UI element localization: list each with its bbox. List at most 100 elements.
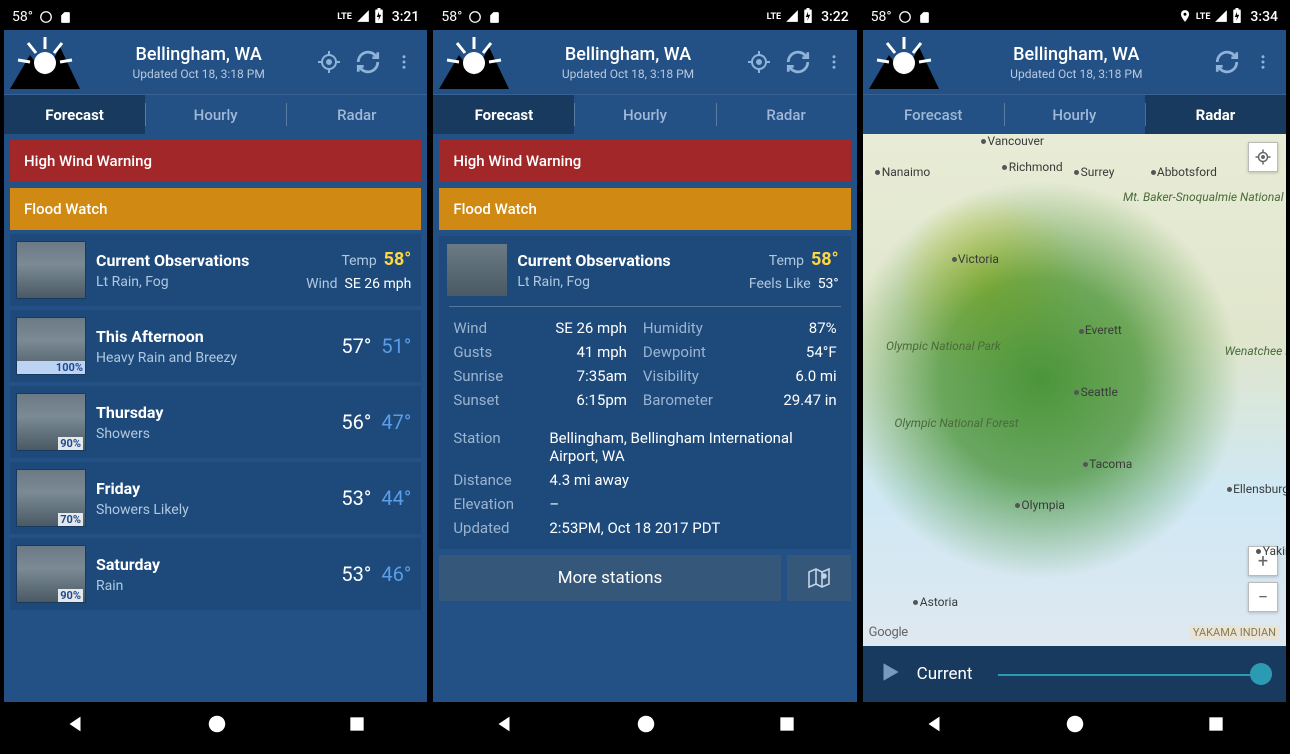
map-city-label: Everett <box>1085 323 1122 337</box>
overflow-menu-icon[interactable] <box>1254 51 1272 73</box>
station-updated-label: Updated <box>453 519 535 537</box>
tab-forecast[interactable]: Forecast <box>863 95 1004 134</box>
status-time: 3:21 <box>392 9 420 25</box>
overflow-menu-icon[interactable] <box>395 51 413 73</box>
map-city-label: Olympia <box>1021 498 1065 512</box>
station-label: Station <box>453 429 535 465</box>
lte-icon: LTE <box>337 12 352 22</box>
map-city-label: Nanaimo <box>882 165 931 179</box>
signal-icon <box>356 9 370 26</box>
current-observations-row[interactable]: Current Observations Lt Rain, Fog Temp 5… <box>10 234 421 306</box>
forecast-title: Thursday <box>96 403 331 422</box>
updated-subtitle: Updated Oct 18, 3:18 PM <box>943 67 1210 81</box>
recents-icon[interactable] <box>1206 714 1226 738</box>
play-icon[interactable] <box>877 659 903 689</box>
refresh-icon[interactable] <box>785 49 811 75</box>
snooze-icon <box>39 10 53 24</box>
yakama-label: YAKAMA INDIAN <box>1189 625 1280 640</box>
lte-icon: LTE <box>767 12 782 22</box>
obs-gusts-label: Gusts <box>453 343 503 361</box>
phone-forecast: 58° LTE 3:21 Bellingham, WA Updated Oct … <box>4 4 427 750</box>
location-title: Bellingham, WA <box>513 44 742 65</box>
elevation-label: Elevation <box>453 495 535 513</box>
tab-forecast[interactable]: Forecast <box>433 95 574 134</box>
tab-hourly[interactable]: Hourly <box>145 95 286 134</box>
radar-time-slider[interactable] <box>998 662 1272 686</box>
recents-icon[interactable] <box>347 714 367 738</box>
recents-icon[interactable] <box>777 714 797 738</box>
weather-thumb-icon: 90% <box>16 545 86 603</box>
obs-visibility-val: 6.0 mi <box>729 367 837 385</box>
locate-icon[interactable] <box>747 50 771 74</box>
weather-thumb-icon: 90% <box>16 393 86 451</box>
battery-icon <box>1232 8 1242 26</box>
alert-flood-watch[interactable]: Flood Watch <box>439 188 850 230</box>
obs-temp: 58° <box>811 249 839 270</box>
weather-thumb-icon <box>447 244 507 296</box>
forecast-row[interactable]: 70% FridayShowers Likely 53°44° <box>10 462 421 534</box>
precip-pct: 90% <box>58 589 83 602</box>
precip-pct: 70% <box>58 513 83 526</box>
temp-high: 56° <box>341 410 371 434</box>
overflow-menu-icon[interactable] <box>825 51 843 73</box>
forecast-sub: Heavy Rain and Breezy <box>96 350 331 366</box>
station-value: Bellingham, Bellingham International Air… <box>549 429 836 465</box>
home-icon[interactable] <box>635 713 657 739</box>
current-temp: 58° <box>384 249 412 270</box>
home-icon[interactable] <box>1064 713 1086 739</box>
location-title: Bellingham, WA <box>943 44 1210 65</box>
obs-barometer-label: Barometer <box>643 391 713 409</box>
home-icon[interactable] <box>206 713 228 739</box>
tab-hourly[interactable]: Hourly <box>1004 95 1145 134</box>
obs-humidity-val: 87% <box>729 319 837 337</box>
alert-high-wind[interactable]: High Wind Warning <box>439 140 850 182</box>
zoom-out-button[interactable]: − <box>1248 582 1278 612</box>
tab-radar[interactable]: Radar <box>1145 95 1286 134</box>
refresh-icon[interactable] <box>355 49 381 75</box>
station-block: Station Bellingham, Bellingham Internatio… <box>439 417 850 549</box>
radar-footer: Current <box>863 646 1286 702</box>
back-icon[interactable] <box>923 713 945 739</box>
temp-low: 44° <box>381 486 411 510</box>
phone-radar: 58° LTE 3:34 Bellingham, WA Updated Oct … <box>863 4 1286 750</box>
current-wind: SE 26 mph <box>345 276 412 292</box>
forecast-content: High Wind Warning Flood Watch Current Ob… <box>4 134 427 702</box>
forecast-row[interactable]: 90% SaturdayRain 53°46° <box>10 538 421 610</box>
map-city-label: Olympic National Forest <box>894 416 1018 430</box>
obs-conditions: Lt Rain, Fog <box>517 274 739 290</box>
obs-humidity-label: Humidity <box>643 319 713 337</box>
status-temp: 58° <box>441 9 462 25</box>
forecast-row[interactable]: 90% ThursdayShowers 56°47° <box>10 386 421 458</box>
android-navbar <box>433 702 856 750</box>
tab-radar[interactable]: Radar <box>286 95 427 134</box>
tabs: Forecast Hourly Radar <box>433 94 856 134</box>
alert-flood-watch[interactable]: Flood Watch <box>10 188 421 230</box>
radar-time-label: Current <box>917 664 973 684</box>
map-city-label: Richmond <box>1009 160 1063 174</box>
battery-icon <box>374 8 384 26</box>
temp-low: 46° <box>381 562 411 586</box>
map-button[interactable] <box>787 555 851 601</box>
status-time: 3:22 <box>821 9 849 25</box>
phone-details: 58° LTE 3:22 Bellingham, WA Updated Oct … <box>433 4 856 750</box>
back-icon[interactable] <box>493 713 515 739</box>
more-stations-button[interactable]: More stations <box>439 555 780 601</box>
obs-gusts-val: 41 mph <box>519 343 627 361</box>
forecast-sub: Showers Likely <box>96 502 331 518</box>
locate-icon[interactable] <box>317 50 341 74</box>
status-bar: 58° LTE 3:22 <box>433 4 856 30</box>
station-updated-value: 2:53PM, Oct 18 2017 PDT <box>549 519 836 537</box>
map-locate-button[interactable] <box>1248 142 1278 172</box>
obs-wind-val: SE 26 mph <box>519 319 627 337</box>
signal-icon <box>1214 9 1228 26</box>
radar-map[interactable]: + − Google YAKAMA INDIAN VancouverRichmo… <box>863 134 1286 646</box>
app-header: Bellingham, WA Updated Oct 18, 3:18 PM <box>863 30 1286 94</box>
alert-high-wind[interactable]: High Wind Warning <box>10 140 421 182</box>
tab-radar[interactable]: Radar <box>716 95 857 134</box>
back-icon[interactable] <box>64 713 86 739</box>
tab-forecast[interactable]: Forecast <box>4 95 145 134</box>
tab-hourly[interactable]: Hourly <box>574 95 715 134</box>
wind-label: Wind <box>306 276 337 292</box>
forecast-row[interactable]: 100% This AfternoonHeavy Rain and Breezy… <box>10 310 421 382</box>
refresh-icon[interactable] <box>1214 49 1240 75</box>
